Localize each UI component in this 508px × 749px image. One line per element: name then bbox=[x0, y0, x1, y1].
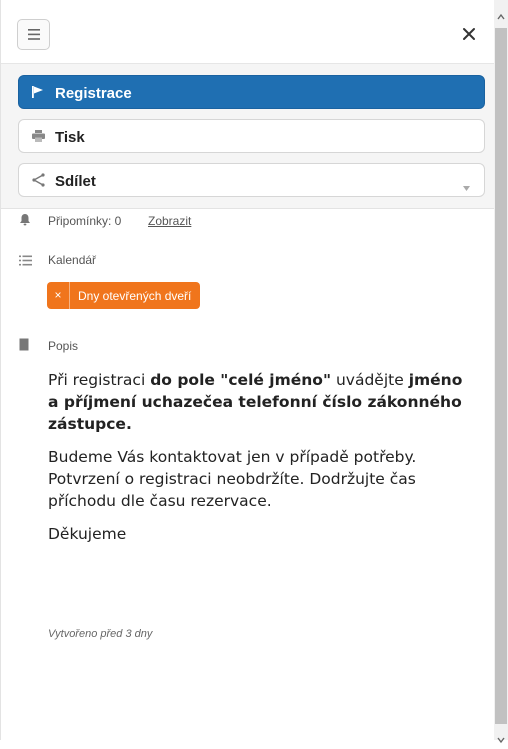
description-paragraph-3: Děkujeme bbox=[48, 525, 127, 543]
panel-header bbox=[1, 0, 495, 64]
print-label: Tisk bbox=[55, 129, 85, 146]
reminders-show-link[interactable]: Zobrazit bbox=[148, 214, 191, 228]
chevron-down-icon bbox=[463, 178, 470, 195]
close-button[interactable] bbox=[459, 24, 479, 44]
scrollbar[interactable] bbox=[494, 0, 508, 744]
created-timestamp: Vytvořeno před 3 dny bbox=[48, 628, 153, 640]
share-icon bbox=[31, 173, 45, 191]
printer-icon bbox=[31, 129, 46, 147]
menu-button[interactable] bbox=[17, 19, 50, 50]
calendar-label: Kalendář bbox=[48, 253, 97, 267]
hamburger-icon bbox=[28, 29, 40, 40]
scrollbar-thumb[interactable] bbox=[495, 28, 507, 724]
register-label: Registrace bbox=[55, 85, 132, 102]
reminders-count: Připomínky: 0 bbox=[48, 214, 122, 228]
share-dropdown[interactable]: Sdílet bbox=[18, 163, 485, 197]
scroll-up-arrow[interactable] bbox=[497, 8, 505, 20]
document-icon bbox=[19, 338, 29, 356]
calendar-tag: × Dny otevřených dveří bbox=[47, 282, 201, 309]
scroll-down-arrow[interactable] bbox=[497, 731, 505, 744]
description-label: Popis bbox=[48, 339, 79, 353]
share-label: Sdílet bbox=[55, 173, 96, 190]
description-paragraph-1: Při registraci do pole "celé jméno" uvád… bbox=[48, 371, 463, 433]
close-icon bbox=[463, 28, 475, 40]
tag-label: Dny otevřených dveří bbox=[78, 288, 192, 303]
tag-remove-button[interactable]: × bbox=[47, 282, 70, 309]
register-button[interactable]: Registrace bbox=[18, 75, 485, 109]
flag-icon bbox=[31, 85, 45, 103]
bell-icon bbox=[19, 213, 31, 231]
list-icon bbox=[19, 253, 32, 271]
action-list: Registrace Tisk Sdílet bbox=[1, 64, 495, 209]
description-paragraph-2: Budeme Vás kontaktovat jen v případě pot… bbox=[48, 448, 417, 510]
print-button[interactable]: Tisk bbox=[18, 119, 485, 153]
event-detail-panel: Registrace Tisk Sdílet Připomínky: 0 Zob… bbox=[0, 0, 495, 740]
description-text: Při registraci do pole "celé jméno" uvád… bbox=[48, 369, 473, 556]
